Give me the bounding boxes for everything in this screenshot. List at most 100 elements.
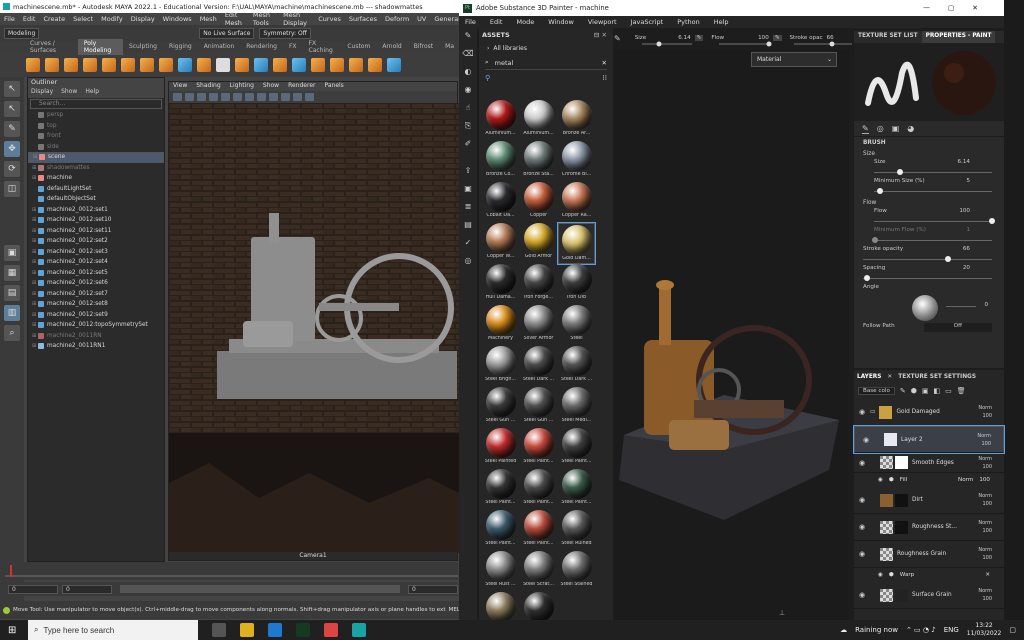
substance-painter-icon[interactable] <box>296 623 310 637</box>
sp-menu-viewport[interactable]: Viewport <box>588 18 617 26</box>
outliner-item[interactable]: ⊞ machine2_0012:set1 <box>28 205 164 216</box>
textured-icon[interactable] <box>221 93 230 101</box>
material-tile[interactable]: Silver Armor <box>520 305 557 346</box>
min-flow-slider[interactable] <box>872 236 992 246</box>
poly-platonic-icon[interactable] <box>159 57 173 72</box>
vp-menu-lighting[interactable]: Lighting <box>230 82 254 91</box>
material-tile[interactable]: Steel Medi... <box>558 387 595 428</box>
outliner-item[interactable]: defaultLightSet <box>28 184 164 195</box>
outliner-item-selected[interactable]: ⊞ scene <box>28 152 164 163</box>
material-tile[interactable]: Copper W... <box>482 223 519 264</box>
sp-menu-window[interactable]: Window <box>548 18 574 26</box>
outliner-menu-show[interactable]: Show <box>61 88 77 98</box>
material-tile[interactable]: Steel Ruined <box>558 510 595 551</box>
material-tab-icon[interactable]: ◕ <box>907 124 914 133</box>
shelf-tab[interactable]: Curves / Surfaces <box>24 39 78 55</box>
outliner-item[interactable]: ⊞ machine2_0012:set8 <box>28 299 164 310</box>
min-size-slider[interactable] <box>874 187 992 197</box>
material-tile[interactable]: Bronze Co... <box>482 141 519 182</box>
tab-texture-set-settings[interactable]: TEXTURE SET SETTINGS <box>898 374 976 380</box>
outliner-item[interactable]: ⊞ machine2_0012:set9 <box>28 310 164 321</box>
shelf-tab[interactable]: Rendering <box>240 42 283 51</box>
mode-select[interactable]: Modeling <box>4 27 40 39</box>
multi-cut-icon[interactable] <box>368 57 382 72</box>
grid-icon[interactable] <box>185 93 194 101</box>
outliner-item[interactable]: ⊞ machine2_0011RN1 <box>28 341 164 352</box>
layer-blend[interactable]: Norm 100 <box>978 546 992 562</box>
add-folder-icon[interactable]: ▭ <box>945 387 952 395</box>
outliner-item[interactable]: ⊞ machine2_0012:set4 <box>28 257 164 268</box>
notification-icon[interactable]: ▢ <box>1009 626 1016 634</box>
material-tile[interactable]: Steel Brigh... <box>482 346 519 387</box>
sp-menu-help[interactable]: Help <box>714 18 729 26</box>
task-view-icon[interactable] <box>212 623 226 637</box>
material-tile[interactable]: Aluminium... <box>520 100 557 141</box>
material-tile[interactable]: Steel Paint... <box>520 428 557 469</box>
maya-menu-select[interactable]: Select <box>73 15 93 23</box>
fill-effect-row[interactable]: ◉ ⬢ Fill Norm 100 <box>854 473 1004 487</box>
svg-icon[interactable] <box>235 57 249 72</box>
windows-start-icon[interactable]: ⊞ <box>8 625 16 636</box>
lasso-tool-icon[interactable]: ↖ <box>4 101 20 117</box>
shelf-tab-active[interactable]: Poly Modeling <box>77 38 123 55</box>
window-controls[interactable]: —▢✕ <box>923 4 996 12</box>
range-bar[interactable] <box>120 585 400 593</box>
library-selector[interactable]: › All libraries <box>479 42 613 54</box>
layer-row[interactable]: ◉ Dirt Norm 100 <box>854 487 1004 514</box>
close-icon[interactable]: ✕ <box>887 374 892 380</box>
material-mode-select[interactable]: Material ⌄ <box>751 52 837 67</box>
mirror-icon[interactable] <box>254 57 268 72</box>
stroke-opacity-slider[interactable] <box>863 255 992 265</box>
taskbar-search[interactable]: ⌕ Type here to search <box>28 620 198 640</box>
eye-icon[interactable]: ◉ <box>857 408 867 416</box>
outliner-item[interactable]: defaultObjectSet <box>28 194 164 205</box>
layer-row[interactable]: ◉ Roughness St... Norm 100 <box>854 514 1004 541</box>
clone-icon[interactable]: ⎘ <box>462 121 474 133</box>
sp-viewport[interactable]: ⊥ <box>614 50 849 620</box>
assets-search[interactable]: ⌕ metal ✕ <box>485 56 607 70</box>
add-layer-icon[interactable]: ▣ <box>922 387 929 395</box>
time-slider[interactable] <box>5 562 458 580</box>
picker-icon[interactable]: ✐ <box>462 139 474 151</box>
boolean-icon[interactable] <box>292 57 306 72</box>
angle-value[interactable]: 0 <box>984 302 988 308</box>
material-tile[interactable]: Steel Gun ... <box>482 387 519 428</box>
eye-icon[interactable]: ◉ <box>857 523 867 531</box>
flow-slider-knob[interactable] <box>766 41 772 47</box>
layer-blend[interactable]: Norm 100 <box>978 404 992 420</box>
material-tile[interactable]: Steel Dark ... <box>558 346 595 387</box>
layer-row-selected[interactable]: ◉ Layer 2 Norm 100 <box>853 425 1005 454</box>
brush-tab-icon[interactable]: ✎ <box>862 124 869 134</box>
outliner-item[interactable]: ⊞ machine2_0012:set10 <box>28 215 164 226</box>
material-tile[interactable]: Iron Forge... <box>520 264 557 305</box>
outliner-item[interactable]: ⊞ machine2_0012:topoSymmetrySet <box>28 320 164 331</box>
material-tile[interactable]: Steel Paint... <box>558 469 595 510</box>
paint-select-icon[interactable]: ✎ <box>4 121 20 137</box>
outliner-item[interactable]: side <box>28 142 164 153</box>
material-tile[interactable]: Steel Paint... <box>558 428 595 469</box>
camera-icon[interactable]: ▣ <box>462 184 474 196</box>
maya-menu-windows[interactable]: Windows <box>163 15 192 23</box>
file-explorer-icon[interactable] <box>240 623 254 637</box>
projection-icon[interactable]: ◐ <box>462 67 474 79</box>
outliner-item[interactable]: persp <box>28 110 164 121</box>
material-tile[interactable]: Iron Old <box>558 264 595 305</box>
maya-menu-mesh-tools[interactable]: Mesh Tools <box>253 11 275 27</box>
vp-menu-renderer[interactable]: Renderer <box>288 82 315 91</box>
material-tile[interactable]: Gold Dam... <box>557 222 596 265</box>
poly-torus-icon[interactable] <box>102 57 116 72</box>
outliner-item[interactable]: ⊞ machine2_0012:set6 <box>28 278 164 289</box>
sp-menu-edit[interactable]: Edit <box>490 18 503 26</box>
material-tile[interactable]: Machinery <box>482 305 519 346</box>
layer-row[interactable]: ◉ Smooth Edges Norm 100 <box>854 453 1004 473</box>
resolution-gate-icon[interactable] <box>293 93 302 101</box>
move-tool-icon[interactable]: ✥ <box>4 141 20 157</box>
spacing-slider[interactable] <box>863 274 992 284</box>
eye-icon[interactable]: ◉ <box>857 496 867 504</box>
outliner-layout-icon[interactable]: ▥ <box>4 305 20 321</box>
maya-menu-modify[interactable]: Modify <box>101 15 123 23</box>
export-icon[interactable]: ⇪ <box>462 166 474 178</box>
symmetry-select[interactable]: Symmetry: Off <box>259 27 311 39</box>
eye-icon[interactable]: ◉ <box>878 477 883 483</box>
maya-menu-surfaces[interactable]: Surfaces <box>349 15 377 23</box>
